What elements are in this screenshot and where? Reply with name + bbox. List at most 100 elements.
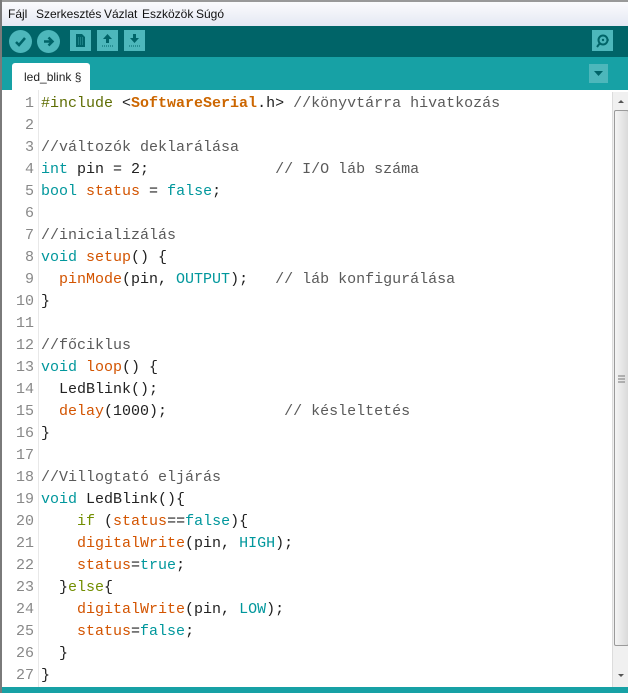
line-number: 8 <box>24 249 34 266</box>
code-token: //főciklus <box>41 337 132 354</box>
code-line[interactable]: 25 status=false; <box>4 621 604 643</box>
code-token: bool <box>41 183 78 200</box>
code-line[interactable]: 6 <box>4 203 604 225</box>
code-token: } <box>41 293 51 310</box>
code-line[interactable]: 8 void setup() { <box>4 247 604 269</box>
line-code: LedBlink(); <box>41 379 158 401</box>
line-number: 24 <box>15 601 34 618</box>
code-line[interactable]: 18 //Villogtató eljárás <box>4 467 604 489</box>
line-number: 12 <box>15 337 34 354</box>
code-line[interactable]: 5 bool status = false; <box>4 181 604 203</box>
code-line[interactable]: 2 <box>4 115 604 137</box>
tab-bar: led_blink § <box>2 57 628 90</box>
line-number: 26 <box>15 645 34 662</box>
code-line[interactable]: 4 int pin = 2; // I/O láb száma <box>4 159 604 181</box>
scroll-down-icon[interactable] <box>613 669 628 683</box>
line-code: digitalWrite(pin, LOW); <box>41 599 284 621</box>
check-icon <box>15 37 26 47</box>
code-line[interactable]: 27} <box>4 665 604 687</box>
code-editor[interactable]: 1 #include <SoftwareSerial.h> //könyvtárr… <box>4 90 628 687</box>
arrow-down-icon <box>129 34 140 47</box>
tab-led-blink[interactable]: led_blink § <box>12 63 90 90</box>
line-number: 27 <box>15 667 34 684</box>
code-token: HIGH <box>239 535 276 552</box>
code-line[interactable]: 14 LedBlink(); <box>4 379 604 401</box>
code-token: ); <box>275 535 294 552</box>
code-line[interactable]: 3 //változók deklarálása <box>4 137 604 159</box>
code-line[interactable]: 23 }else{ <box>4 577 604 599</box>
line-number: 1 <box>24 95 34 112</box>
menu-tools[interactable]: Eszközök <box>142 7 193 21</box>
code-token: ( <box>95 513 114 530</box>
code-line[interactable]: 12 //főciklus <box>4 335 604 357</box>
new-button[interactable] <box>70 30 91 51</box>
scroll-up-icon[interactable] <box>613 94 628 108</box>
code-token: int <box>41 161 69 178</box>
line-code: void loop() { <box>41 357 158 379</box>
line-number: 15 <box>15 403 34 420</box>
code-token: OUTPUT <box>176 271 231 288</box>
upload-button[interactable] <box>37 30 60 53</box>
line-code: } <box>41 291 50 313</box>
code-token: false <box>140 623 186 640</box>
line-code: //változók deklarálása <box>41 137 239 159</box>
menu-help[interactable]: Súgó <box>196 7 224 21</box>
code-token: delay <box>59 403 105 420</box>
code-line[interactable]: 1 #include <SoftwareSerial.h> //könyvtárr… <box>4 93 604 115</box>
code-line[interactable]: 10} <box>4 291 604 313</box>
line-code: void setup() { <box>41 247 167 269</box>
code-line[interactable]: 11 <box>4 313 604 335</box>
line-number: 16 <box>15 425 34 442</box>
code-token: = <box>140 183 168 200</box>
code-line[interactable]: 16} <box>4 423 604 445</box>
code-token: digitalWrite <box>77 601 186 618</box>
new-file-icon <box>76 34 85 47</box>
line-number: 18 <box>15 469 34 486</box>
menu-file[interactable]: Fájl <box>8 7 27 21</box>
scrollbar-thumb[interactable] <box>614 110 628 646</box>
code-token: //Villogtató eljárás <box>41 469 222 486</box>
code-line[interactable]: 7 //inicializálás <box>4 225 604 247</box>
save-button[interactable] <box>124 30 145 51</box>
open-button[interactable] <box>97 30 118 51</box>
line-number: 19 <box>15 491 34 508</box>
code-token: status <box>77 557 132 574</box>
menu-edit[interactable]: Szerkesztés <box>36 7 101 21</box>
verify-button[interactable] <box>9 30 32 53</box>
code-token: void <box>41 249 78 266</box>
code-token: (pin, <box>122 271 177 288</box>
code-line[interactable]: 21 digitalWrite(pin, HIGH); <box>4 533 604 555</box>
tab-menu-button[interactable] <box>589 64 608 83</box>
line-number: 13 <box>15 359 34 376</box>
menu-sketch[interactable]: Vázlat <box>104 7 137 21</box>
code-line[interactable]: 15 delay(1000); // késleltetés <box>4 401 604 423</box>
code-line[interactable]: 17 <box>4 445 604 467</box>
serial-monitor-button[interactable] <box>592 30 613 51</box>
code-token: (1000); <box>104 403 285 420</box>
code-token: LedBlink(); <box>41 381 159 398</box>
line-code: } <box>41 643 68 665</box>
code-token: digitalWrite <box>77 535 186 552</box>
code-line[interactable]: 9 pinMode(pin, OUTPUT); // láb konfigurá… <box>4 269 604 291</box>
code-line[interactable]: 22 status=true; <box>4 555 604 577</box>
vertical-scrollbar[interactable] <box>612 92 628 687</box>
code-line[interactable]: 19 void LedBlink(){ <box>4 489 604 511</box>
line-code: pinMode(pin, OUTPUT); // láb konfigurálá… <box>41 269 455 291</box>
code-line[interactable]: 20 if (status==false){ <box>4 511 604 533</box>
arrow-right-icon <box>44 36 55 47</box>
code-token: pinMode <box>59 271 123 288</box>
code-token: // I/O láb száma <box>275 161 420 178</box>
code-token: (pin, <box>185 535 240 552</box>
line-number: 22 <box>15 557 34 574</box>
code-token: } <box>41 425 51 442</box>
line-code: bool status = false; <box>41 181 221 203</box>
code-line[interactable]: 13 void loop() { <box>4 357 604 379</box>
code-token: } <box>41 645 69 662</box>
code-line[interactable]: 26 } <box>4 643 604 665</box>
code-token: ); <box>230 271 276 288</box>
code-line[interactable]: 24 digitalWrite(pin, LOW); <box>4 599 604 621</box>
